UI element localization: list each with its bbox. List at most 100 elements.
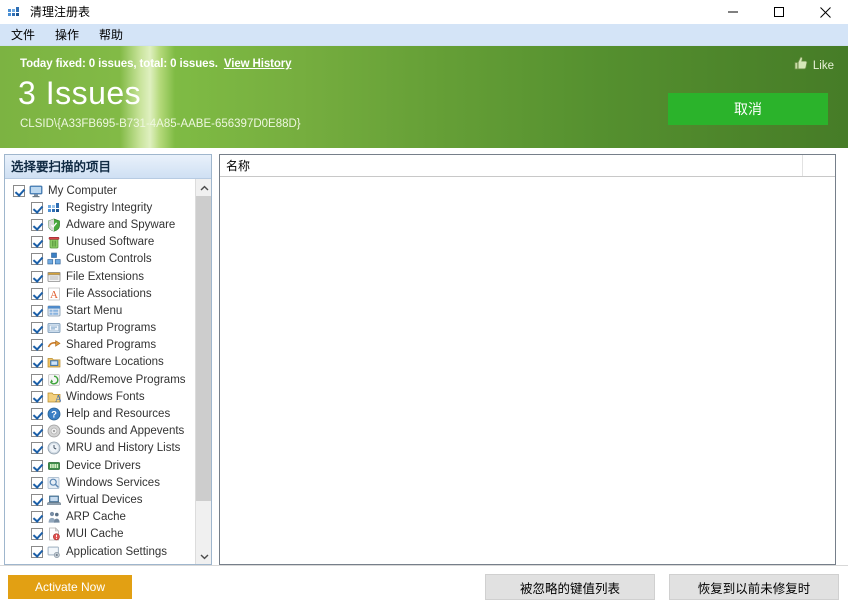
tree-item-checkbox[interactable] [31,442,43,454]
ignored-keys-list-button[interactable]: 被忽略的键值列表 [485,574,655,600]
minimize-button[interactable] [710,0,756,24]
tree-item-checkbox[interactable] [31,546,43,558]
scroll-down-button[interactable] [196,547,211,564]
chevron-down-icon [200,547,209,565]
issues-headline: 3 Issues [18,73,141,113]
footer-actions: 被忽略的键值列表 恢复到以前未修复时 [485,574,839,600]
maximize-icon [773,6,785,18]
blocks-icon [47,252,61,266]
like-label: Like [813,60,834,72]
tree-item-checkbox[interactable] [31,356,43,368]
window-controls [710,0,848,24]
tree-item-checkbox[interactable] [31,305,43,317]
tree-item[interactable]: Application Settings [5,543,195,560]
tree-item[interactable]: Adware and Spyware [5,216,195,233]
tree-item-label: Add/Remove Programs [66,373,186,387]
tree-item[interactable]: Virtual Devices [5,491,195,508]
maximize-button[interactable] [756,0,802,24]
view-history-link[interactable]: View History [224,58,292,70]
registry-grid-icon [47,201,61,215]
svg-text:?: ? [51,410,57,421]
column-header-name[interactable]: 名称 [220,155,803,176]
thumbs-up-icon [794,56,808,75]
tree-item-checkbox[interactable] [31,460,43,472]
gear-search-icon [47,476,61,490]
tree-item-checkbox[interactable] [31,271,43,283]
tree-item-checkbox[interactable] [31,408,43,420]
shield-icon [47,218,61,232]
tree-item-label: MUI Cache [66,527,124,541]
tree-item[interactable]: Shared Programs [5,337,195,354]
tree-item-checkbox[interactable] [31,236,43,248]
tree-item[interactable]: Sounds and Appevents [5,423,195,440]
close-button[interactable] [802,0,848,24]
menu-file[interactable]: 文件 [2,24,44,46]
menu-actions[interactable]: 操作 [46,24,88,46]
tree-item-checkbox[interactable] [31,339,43,351]
results-list-header: 名称 [220,155,835,177]
tree-item[interactable]: Software Locations [5,354,195,371]
scan-items-tree[interactable]: My ComputerRegistry IntegrityAdware and … [5,179,195,564]
like-control[interactable]: Like [794,56,834,75]
tree-item[interactable]: File Extensions [5,268,195,285]
activate-now-button[interactable]: Activate Now [8,575,132,599]
tree-scrollbar[interactable] [195,179,211,564]
tree-item-checkbox[interactable] [31,391,43,403]
close-icon [819,6,832,19]
svg-text:A: A [50,289,58,301]
tree-item-label: Help and Resources [66,407,170,421]
status-banner: Today fixed: 0 issues, total: 0 issues. V… [0,46,848,148]
restore-previous-button[interactable]: 恢复到以前未修复时 [669,574,839,600]
tree-item[interactable]: Registry Integrity [5,199,195,216]
tree-item-checkbox[interactable] [31,528,43,540]
tree-item-checkbox[interactable] [31,477,43,489]
tree-item-checkbox[interactable] [31,511,43,523]
tree-item[interactable]: ARP Cache [5,509,195,526]
tree-item-checkbox[interactable] [31,288,43,300]
tree-item-checkbox[interactable] [31,494,43,506]
tree-item[interactable]: Unused Software [5,234,195,251]
tree-item-checkbox[interactable] [31,425,43,437]
tree-item[interactable]: Startup Programs [5,320,195,337]
banner-status-line: Today fixed: 0 issues, total: 0 issues. V… [20,58,291,70]
scroll-thumb[interactable] [196,196,211,501]
results-list-body[interactable] [220,177,835,564]
tree-item[interactable]: AWindows Fonts [5,388,195,405]
cancel-button[interactable]: 取消 [668,93,828,125]
chip-icon [47,459,61,473]
tree-item-checkbox[interactable] [31,253,43,265]
tree-item-label: Unused Software [66,235,154,249]
application-window: 清理注册表 文件 操作 帮助 Tod [0,0,848,607]
font-folder-icon: A [47,390,61,404]
tree-item[interactable]: ? Help and Resources [5,405,195,422]
tree-item-checkbox[interactable] [31,322,43,334]
tree-item[interactable]: Windows Services [5,474,195,491]
scroll-up-button[interactable] [196,179,211,196]
tree-item-label: Software Locations [66,355,164,369]
tree-item-checkbox[interactable] [31,202,43,214]
tree-item[interactable]: Start Menu [5,302,195,319]
minimize-icon [727,6,739,18]
tree-item[interactable]: My Computer [5,182,195,199]
tree-item[interactable]: Add/Remove Programs [5,371,195,388]
menu-help[interactable]: 帮助 [90,24,132,46]
column-header-spacer[interactable] [803,155,835,176]
tree-item-checkbox[interactable] [13,185,25,197]
tree-item[interactable]: Device Drivers [5,457,195,474]
tree-item[interactable]: MUI Cache [5,526,195,543]
banner-status-text: Today fixed: 0 issues, total: 0 issues. [20,58,218,70]
tree-item[interactable]: MRU and History Lists [5,440,195,457]
registry-grid-icon [7,4,23,20]
laptop-icon [47,493,61,507]
scan-items-tree-wrapper: My ComputerRegistry IntegrityAdware and … [5,179,211,564]
app-gear-icon [47,545,61,559]
tree-item-label: File Extensions [66,270,144,284]
tree-item-label: Windows Services [66,476,160,490]
tree-item-label: Start Menu [66,304,122,318]
tree-item-checkbox[interactable] [31,374,43,386]
tree-item[interactable]: AFile Associations [5,285,195,302]
tree-item-checkbox[interactable] [31,219,43,231]
footer-bar: Activate Now 被忽略的键值列表 恢复到以前未修复时 [0,565,848,607]
tree-item[interactable]: Custom Controls [5,251,195,268]
doc-alert-icon [47,527,61,541]
